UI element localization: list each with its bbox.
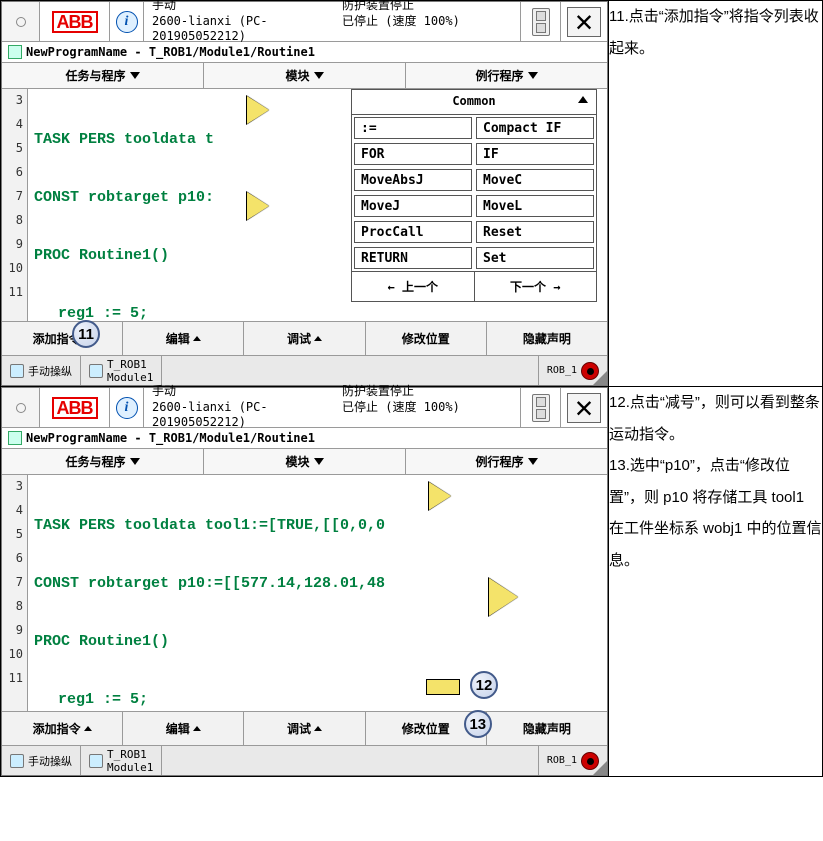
modify-position-button[interactable]: 修改位置 bbox=[366, 322, 487, 355]
callout-badge-13: 13 bbox=[464, 710, 492, 738]
breadcrumb: NewProgramName - T_ROB1/Module1/Routine1 bbox=[2, 428, 607, 449]
taskbar-robot[interactable]: ROB_1 bbox=[538, 746, 607, 775]
program-pointer-icon bbox=[247, 96, 269, 124]
breadcrumb-text: NewProgramName - T_ROB1/Module1/Routine1 bbox=[26, 45, 315, 59]
palette-item[interactable]: := bbox=[354, 117, 472, 139]
action-row: 添加指令 11 编辑 调试 修改位置 隐藏声明 bbox=[2, 321, 607, 355]
line-gutter: 345 678 91011 bbox=[2, 89, 28, 321]
nav-module[interactable]: 模块 bbox=[204, 449, 406, 474]
nav-task-program[interactable]: 任务与程序 bbox=[2, 63, 204, 88]
palette-item[interactable]: Set bbox=[476, 247, 594, 269]
mode-switch-icon bbox=[521, 388, 561, 427]
palette-item[interactable]: Reset bbox=[476, 221, 594, 243]
top-bar: ABB i 手动防护装置停止 2600-lianxi (PC-201905052… bbox=[2, 388, 607, 428]
program-icon bbox=[8, 431, 22, 445]
taskbar: 手动操纵 T_ROB1Module1 ROB_1 bbox=[2, 745, 607, 775]
taskbar-jog[interactable]: 手动操纵 bbox=[2, 356, 81, 385]
add-instruction-button[interactable]: 添加指令 bbox=[2, 712, 123, 745]
palette-prev[interactable]: ← 上一个 bbox=[352, 272, 475, 301]
hide-declaration-button[interactable]: 隐藏声明 bbox=[487, 712, 607, 745]
program-icon bbox=[8, 45, 22, 59]
instruction-palette: Common := Compact IF FOR IF MoveAbsJ Mov… bbox=[351, 89, 597, 302]
status-panel: 手动防护装置停止 2600-lianxi (PC-201905052212)已停… bbox=[144, 388, 521, 427]
edit-button[interactable]: 编辑 bbox=[123, 712, 244, 745]
line-gutter: 345 678 91011 bbox=[2, 475, 28, 711]
code-line[interactable]: reg1 := 5; bbox=[34, 301, 601, 321]
step-text: .选中“p10”，点击“修改位置”，则 p10 将存储工具 tool1 在工件坐… bbox=[609, 457, 822, 569]
info-button[interactable]: i bbox=[110, 388, 144, 427]
state-label: 已停止 (速度 100%) bbox=[342, 14, 512, 45]
code-area[interactable]: 345 678 91011 TASK PERS tooldata t CONST… bbox=[2, 89, 607, 321]
taskbar-jog[interactable]: 手动操纵 bbox=[2, 746, 81, 775]
step-number: 11 bbox=[609, 8, 625, 25]
code-line[interactable]: PROC Routine1() bbox=[34, 629, 601, 653]
mode-label: 手动 bbox=[152, 0, 342, 14]
nav-task-program[interactable]: 任务与程序 bbox=[2, 449, 204, 474]
palette-item[interactable]: MoveAbsJ bbox=[354, 169, 472, 191]
pendant-11: ABB i 手动防护装置停止 2600-lianxi (PC-201905052… bbox=[1, 1, 608, 386]
callout-badge-12: 12 bbox=[470, 671, 498, 699]
palette-item[interactable]: MoveL bbox=[476, 195, 594, 217]
nav-routine[interactable]: 例行程序 bbox=[406, 449, 607, 474]
resize-grip-icon[interactable] bbox=[593, 761, 607, 775]
edit-button[interactable]: 编辑 bbox=[123, 322, 244, 355]
motion-pointer-icon bbox=[489, 578, 518, 616]
main-menu-button[interactable] bbox=[2, 2, 40, 41]
palette-item[interactable]: ProcCall bbox=[354, 221, 472, 243]
close-button[interactable]: ✕ bbox=[561, 2, 607, 41]
info-button[interactable]: i bbox=[110, 2, 144, 41]
controller-label: 2600-lianxi (PC-201905052212) bbox=[152, 14, 342, 45]
nav-row: 任务与程序 模块 例行程序 bbox=[2, 63, 607, 89]
palette-item[interactable]: Compact IF bbox=[476, 117, 594, 139]
step-text: .点击“添加指令”将指令列表收起来。 bbox=[609, 8, 819, 57]
action-row: 添加指令 编辑 调试 修改位置 13 隐藏声明 bbox=[2, 711, 607, 745]
code-line[interactable]: TASK PERS tooldata tool1:=[TRUE,[[0,0,0 bbox=[34, 513, 601, 537]
breadcrumb: NewProgramName - T_ROB1/Module1/Routine1 bbox=[2, 42, 607, 63]
motion-pointer-icon bbox=[247, 192, 269, 220]
close-button[interactable]: ✕ bbox=[561, 388, 607, 427]
palette-item[interactable]: FOR bbox=[354, 143, 472, 165]
palette-item[interactable]: RETURN bbox=[354, 247, 472, 269]
debug-button[interactable]: 调试 bbox=[244, 712, 365, 745]
abb-logo: ABB bbox=[40, 2, 110, 41]
program-pointer-icon bbox=[429, 482, 451, 510]
resize-grip-icon[interactable] bbox=[593, 371, 607, 385]
debug-button[interactable]: 调试 bbox=[244, 322, 365, 355]
mode-switch-icon bbox=[521, 2, 561, 41]
program-icon bbox=[89, 364, 103, 378]
abb-logo: ABB bbox=[40, 388, 110, 427]
palette-next[interactable]: 下一个 → bbox=[475, 272, 597, 301]
jog-icon bbox=[10, 364, 24, 378]
taskbar-program[interactable]: T_ROB1Module1 bbox=[81, 356, 162, 385]
palette-title[interactable]: Common bbox=[352, 90, 596, 115]
guard-label: 防护装置停止 bbox=[342, 0, 512, 14]
taskbar-robot[interactable]: ROB_1 bbox=[538, 356, 607, 385]
step-number: 13 bbox=[609, 457, 626, 474]
main-menu-button[interactable] bbox=[2, 388, 40, 427]
callout-badge-11: 11 bbox=[72, 320, 100, 348]
nav-row: 任务与程序 模块 例行程序 bbox=[2, 449, 607, 475]
palette-item[interactable]: MoveJ bbox=[354, 195, 472, 217]
status-panel: 手动防护装置停止 2600-lianxi (PC-201905052212)已停… bbox=[144, 2, 521, 41]
taskbar: 手动操纵 T_ROB1Module1 ROB_1 bbox=[2, 355, 607, 385]
code-line[interactable]: reg1 := 5; bbox=[34, 687, 601, 711]
taskbar-program[interactable]: T_ROB1Module1 bbox=[81, 746, 162, 775]
hide-declaration-button[interactable]: 隐藏声明 bbox=[487, 322, 607, 355]
palette-item[interactable]: IF bbox=[476, 143, 594, 165]
modify-position-button[interactable]: 修改位置 13 bbox=[366, 712, 487, 745]
step-number: 12 bbox=[609, 394, 626, 411]
palette-item[interactable]: MoveC bbox=[476, 169, 594, 191]
code-area[interactable]: 345 678 91011 TASK PERS tooldata tool1:=… bbox=[2, 475, 607, 711]
code-lines[interactable]: TASK PERS tooldata tool1:=[TRUE,[[0,0,0 … bbox=[28, 475, 607, 711]
minus-indicator-icon bbox=[426, 679, 460, 695]
add-instruction-button[interactable]: 添加指令 11 bbox=[2, 322, 123, 355]
nav-module[interactable]: 模块 bbox=[204, 63, 406, 88]
nav-routine[interactable]: 例行程序 bbox=[406, 63, 607, 88]
step-text: .点击“减号”，则可以看到整条运动指令。 bbox=[609, 394, 820, 443]
pendant-12-13: ABB i 手动防护装置停止 2600-lianxi (PC-201905052… bbox=[1, 387, 608, 776]
top-bar: ABB i 手动防护装置停止 2600-lianxi (PC-201905052… bbox=[2, 2, 607, 42]
